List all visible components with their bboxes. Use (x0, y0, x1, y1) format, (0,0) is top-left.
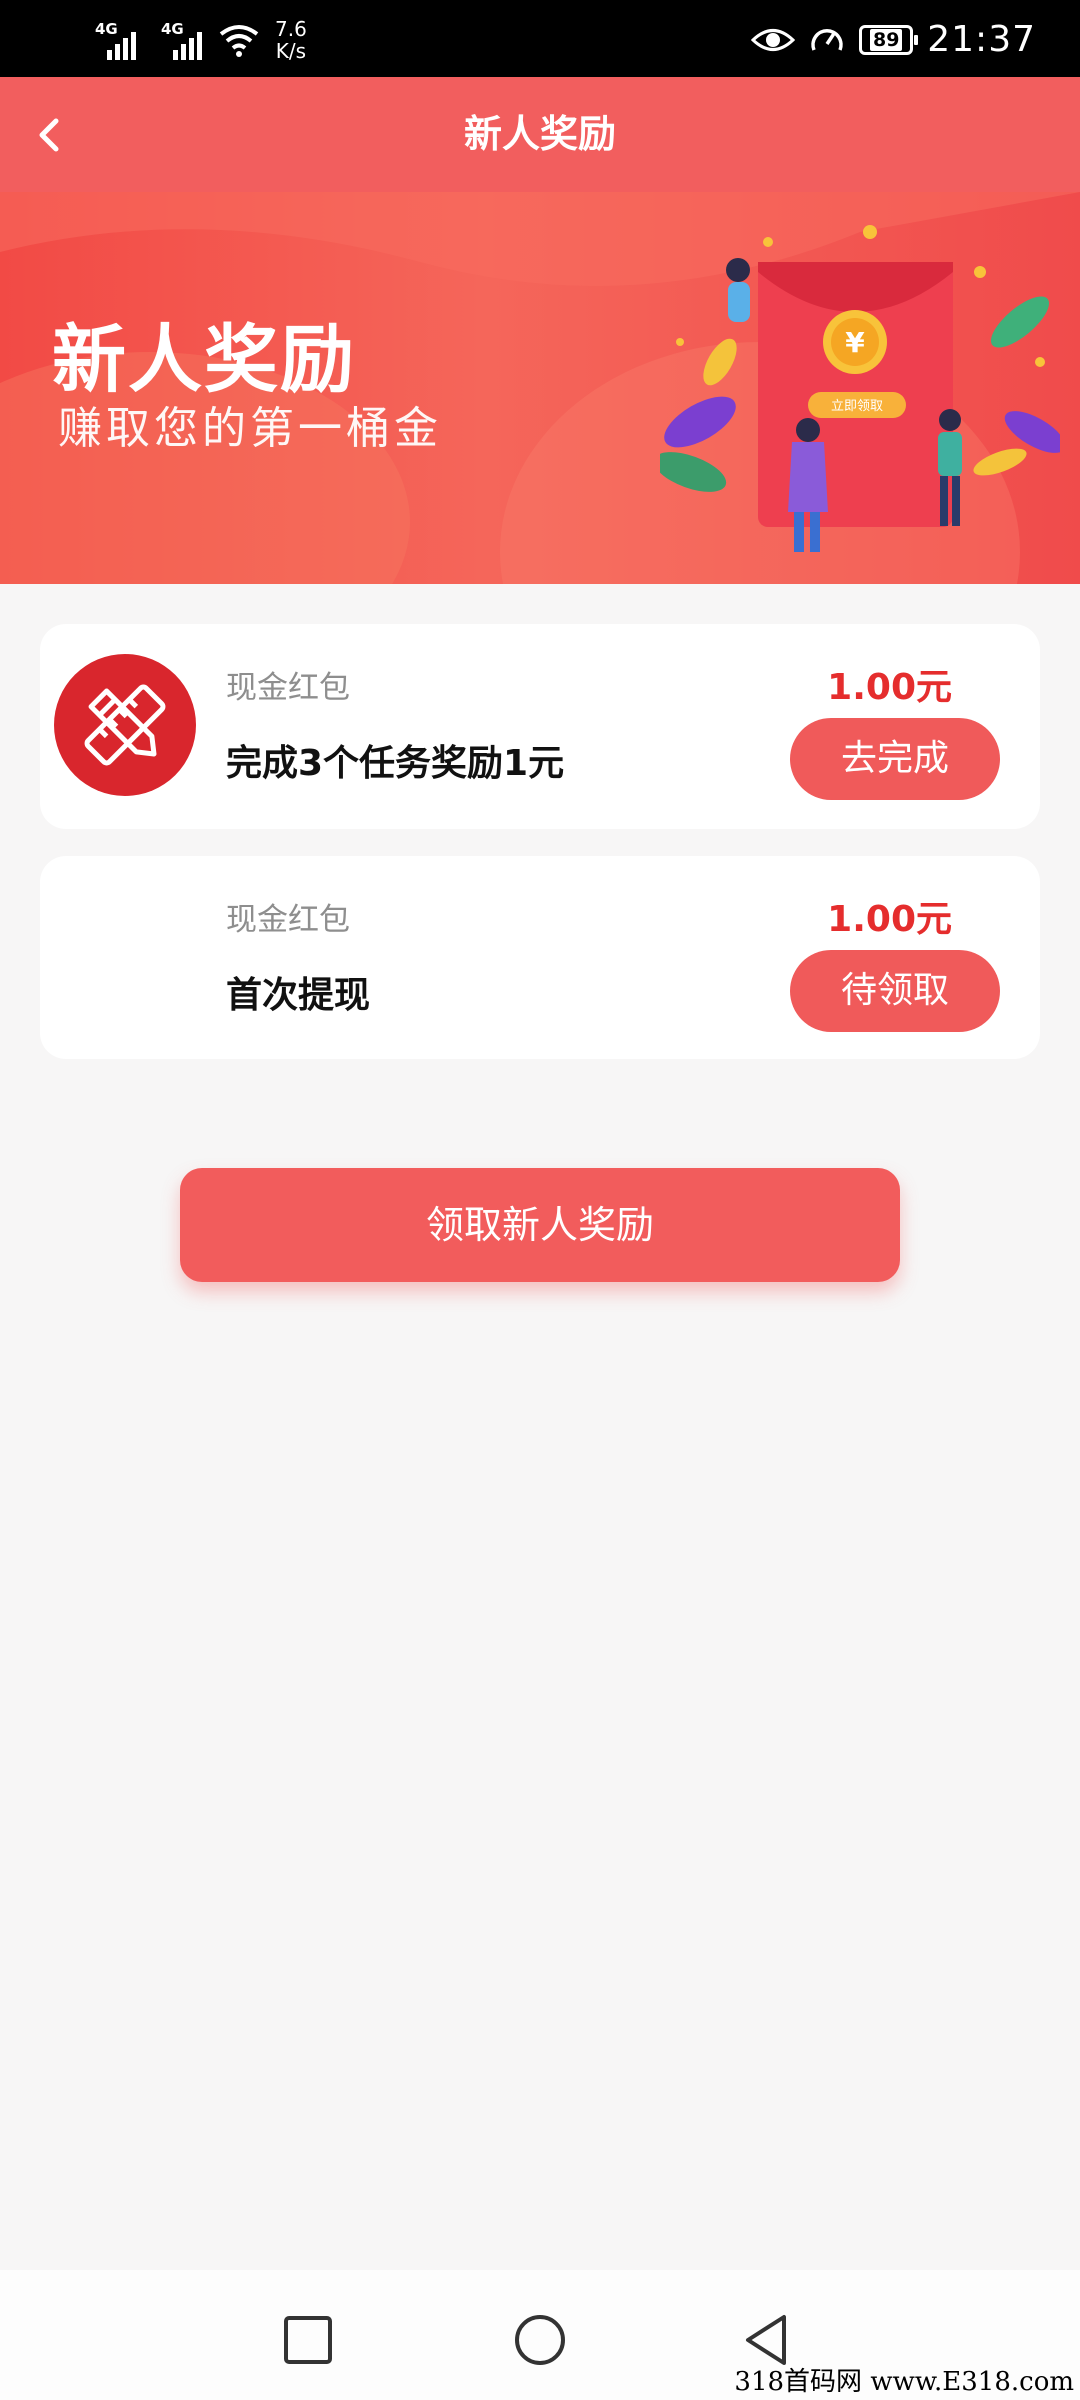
illustration-button-text: 立即领取 (831, 399, 883, 414)
status-right: 89 21:37 (751, 12, 1036, 67)
watermark: 318首码网 www.E318.com (734, 2367, 1074, 2397)
banner-subtitle: 赚取您的第一桶金 (58, 403, 442, 454)
home-icon[interactable] (510, 2310, 570, 2370)
reward-task: 完成3个任务奖励1元 (226, 743, 565, 784)
network-type-2: 4G (161, 19, 184, 38)
speedometer-icon (811, 28, 843, 51)
eye-icon (751, 28, 796, 51)
speed-unit: K/s (275, 38, 307, 63)
coin-symbol: ¥ (845, 326, 865, 359)
recent-apps-icon[interactable] (278, 2310, 338, 2370)
promo-banner: 新人奖励 赚取您的第一桶金 ¥ 立即领取 (0, 192, 1080, 584)
battery-level: 89 (870, 28, 903, 51)
page-header: 新人奖励 (0, 77, 1080, 192)
clock: 21:37 (927, 19, 1036, 60)
complete-task-button[interactable]: 去完成 (790, 718, 1000, 800)
reward-amount: 1.00元 (827, 899, 952, 940)
status-bar: 4G 4G 7.6 K/s 89 21:37 (0, 0, 1080, 77)
reward-card: 现金红包 首次提现 1.00元 待领取 (40, 856, 1040, 1059)
reward-amount: 1.00元 (827, 667, 952, 708)
tools-icon (54, 654, 196, 796)
signal-icon: 4G (95, 20, 143, 60)
wifi-icon (219, 24, 259, 57)
banner-title: 新人奖励 (52, 317, 356, 403)
page-title: 新人奖励 (463, 112, 616, 156)
speed-value: 7.6 (275, 16, 307, 41)
network-type-1: 4G (95, 19, 118, 38)
reward-type: 现金红包 (226, 902, 350, 938)
pending-claim-button[interactable]: 待领取 (790, 950, 1000, 1032)
battery-icon: 89 (859, 24, 919, 55)
reward-card: 现金红包 完成3个任务奖励1元 1.00元 去完成 (40, 624, 1040, 829)
reward-task: 首次提现 (226, 975, 371, 1016)
reward-type: 现金红包 (226, 670, 350, 706)
network-speed: 7.6 K/s (275, 18, 307, 62)
signal-icon-2: 4G (161, 20, 209, 60)
claim-reward-button[interactable]: 领取新人奖励 (180, 1168, 900, 1282)
status-left: 4G 4G 7.6 K/s (95, 12, 307, 67)
red-envelope-illustration: ¥ 立即领取 (660, 225, 1060, 552)
